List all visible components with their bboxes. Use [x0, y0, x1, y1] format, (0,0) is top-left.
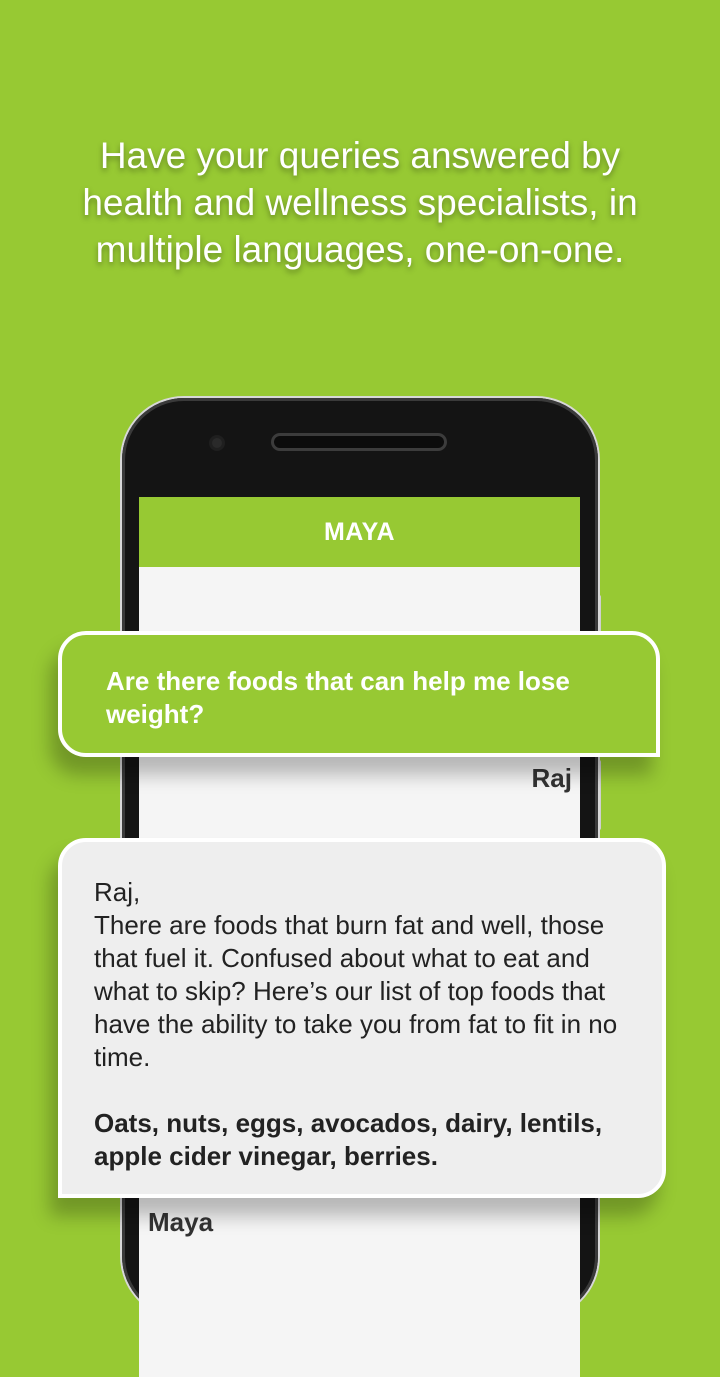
- headline: Have your queries answered by health and…: [40, 132, 680, 273]
- answer-greeting: Raj,: [94, 877, 141, 907]
- headline-line-3: multiple languages, one-on-one.: [95, 229, 625, 270]
- answer-sender-name: Maya: [148, 1207, 214, 1237]
- answer-food-list: Oats, nuts, eggs, avocados, dairy, lenti…: [94, 1108, 603, 1171]
- speaker-grille: [274, 436, 444, 448]
- app-title: MAYA: [323, 517, 396, 546]
- front-camera-icon: [212, 438, 222, 448]
- answer-bubble: Raj, There are foods that burn fat and w…: [58, 838, 666, 1198]
- question-text: Are there foods that can help me lose we…: [106, 666, 570, 729]
- answer-body: There are foods that burn fat and well, …: [94, 910, 618, 1072]
- question-sender-name: Raj: [531, 763, 572, 793]
- question-bubble: Are there foods that can help me lose we…: [58, 631, 660, 757]
- headline-line-2: health and wellness specialists, in: [82, 182, 638, 223]
- app-bar: MAYA: [139, 497, 580, 567]
- headline-line-1: Have your queries answered by: [99, 135, 621, 176]
